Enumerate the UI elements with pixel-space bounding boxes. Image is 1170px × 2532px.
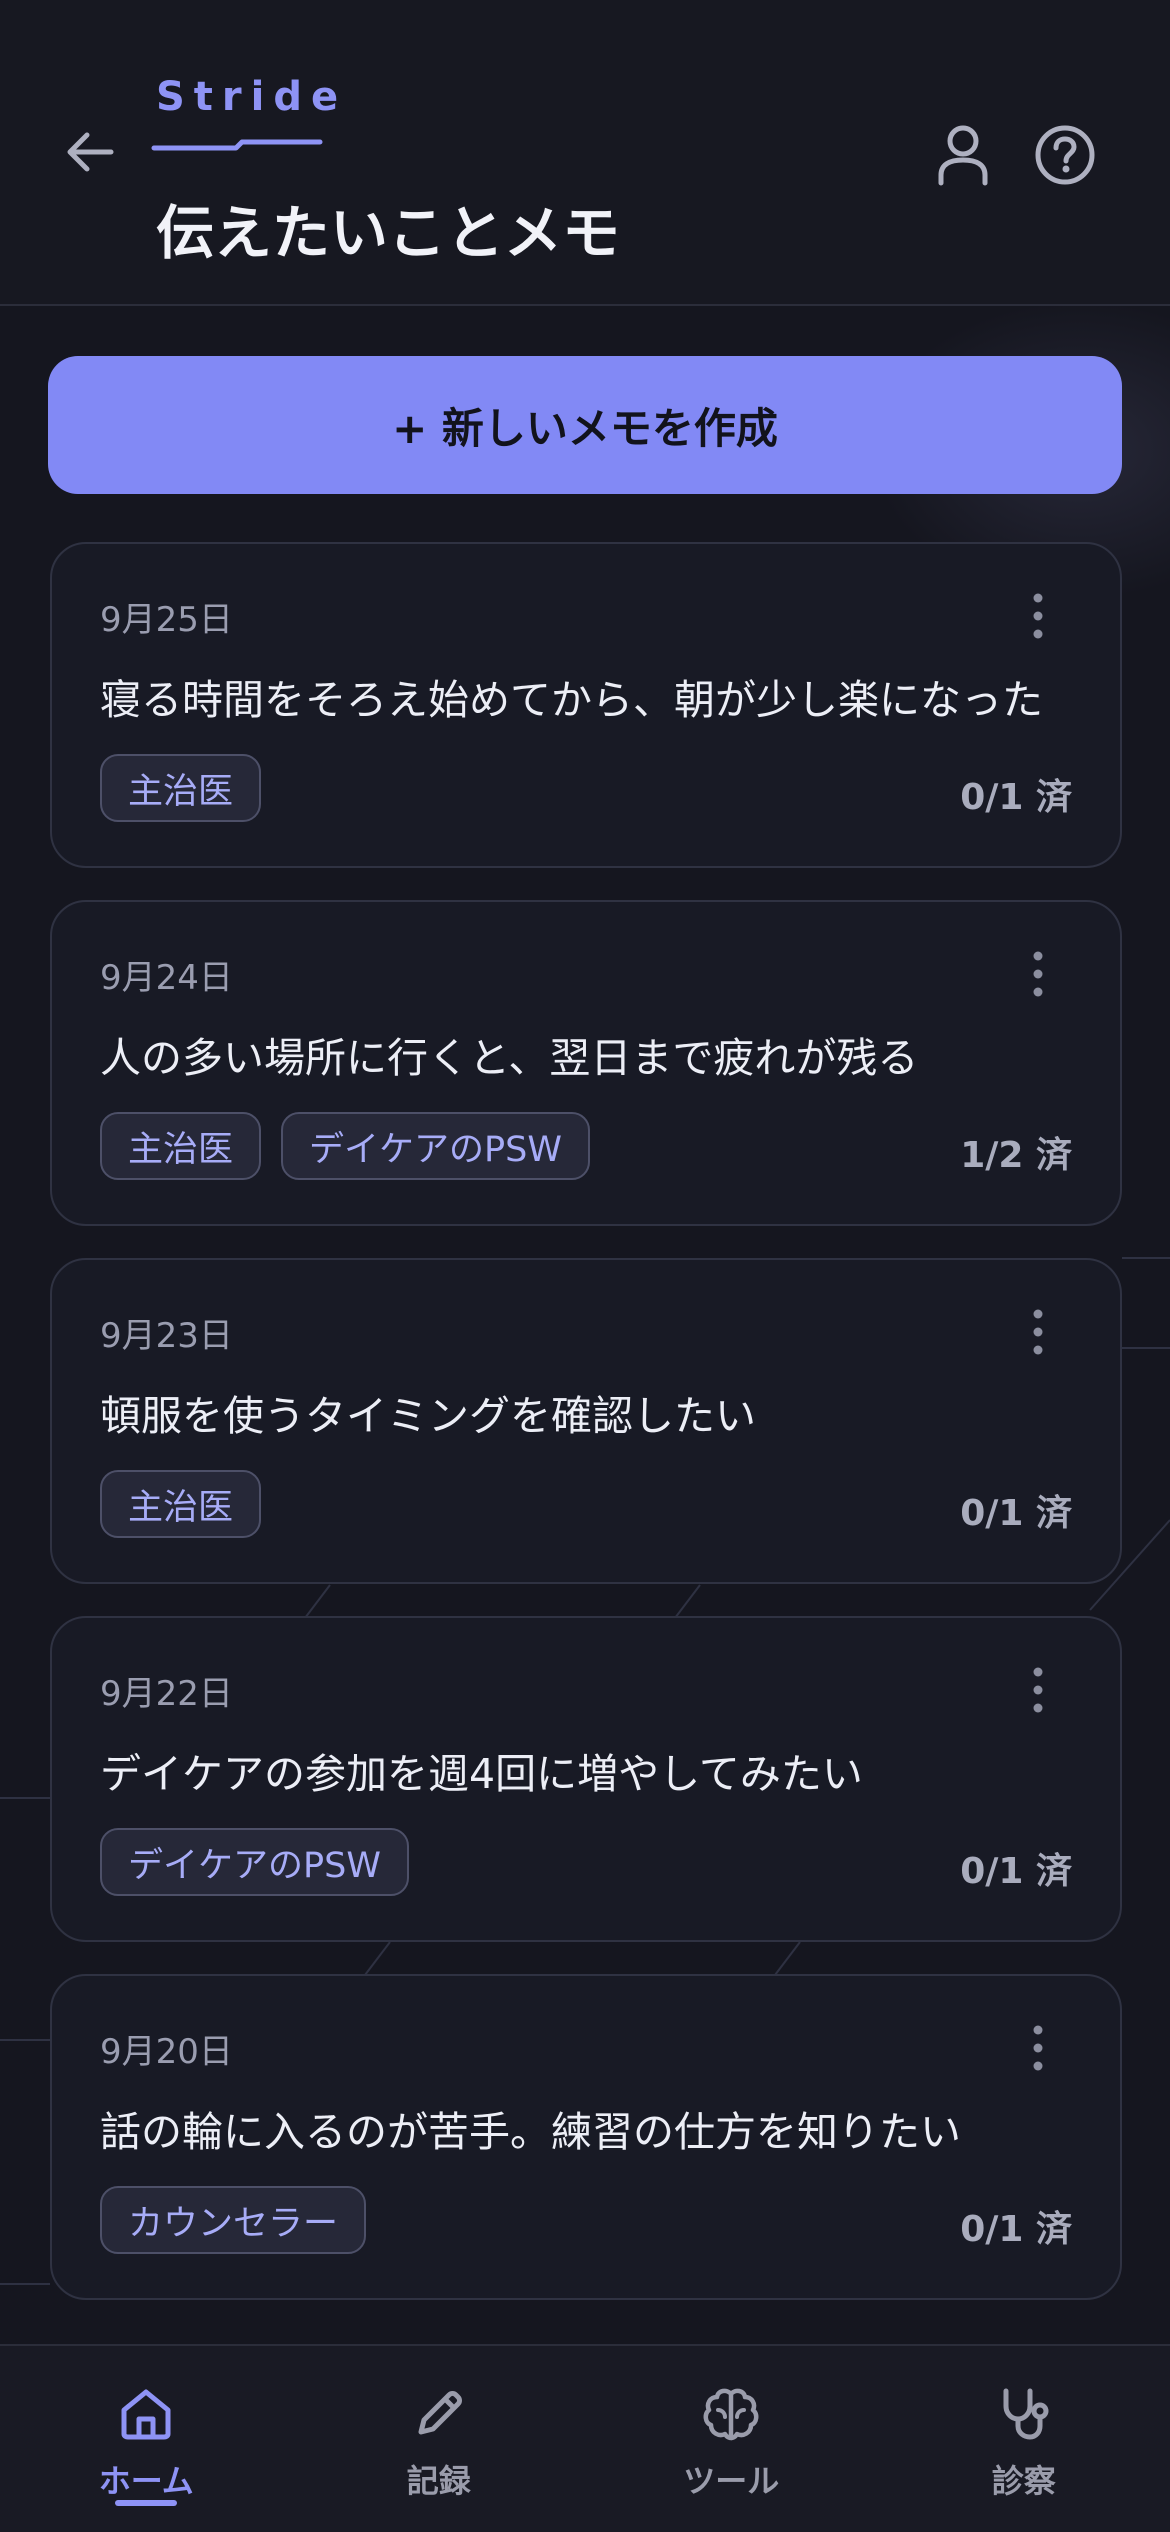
memo-status: 0/1 済 (960, 1851, 1072, 1892)
memo-date: 9月20日 (100, 2032, 233, 2072)
create-memo-button[interactable]: + 新しいメモを作成 (48, 356, 1122, 494)
home-icon (114, 2382, 178, 2446)
nav-home-label: ホーム (98, 2462, 194, 2500)
more-vertical-icon (1033, 2025, 1043, 2071)
nav-clinic-label: 診察 (991, 2462, 1056, 2500)
memo-text: 人の多い場所に行くと、翌日まで疲れが残る (100, 1034, 919, 1082)
recipient-tag[interactable]: カウンセラー (100, 2186, 367, 2254)
memo-status: 0/1 済 (960, 777, 1072, 818)
memo-card[interactable]: 9月25日 寝る時間をそろえ始めてから、朝が少し楽になった 主治医 0/1 済 (50, 542, 1122, 868)
recipient-tag[interactable]: デイケアのPSW (281, 1112, 590, 1180)
nav-record[interactable]: 記録 (293, 2346, 586, 2532)
memo-menu-button[interactable] (1018, 2018, 1058, 2078)
memo-menu-button[interactable] (1018, 944, 1058, 1004)
recipient-tag[interactable]: 主治医 (100, 754, 262, 822)
back-button[interactable] (58, 120, 122, 184)
memo-menu-button[interactable] (1018, 586, 1058, 646)
more-vertical-icon (1033, 1667, 1043, 1713)
memo-menu-button[interactable] (1018, 1302, 1058, 1362)
brand-logo: Stride (156, 74, 348, 120)
memo-date: 9月22日 (100, 1674, 233, 1714)
nav-clinic[interactable]: 診察 (878, 2346, 1170, 2532)
recipient-tag[interactable]: 主治医 (100, 1470, 262, 1538)
brand-underline (151, 139, 323, 151)
recipient-tag[interactable]: デイケアのPSW (100, 1828, 409, 1896)
screen: Stride 伝えたいことメモ + 新しいメモを作成 9月25日 寝る時間をそろ… (0, 0, 1170, 2532)
memo-status: 0/1 済 (960, 1493, 1072, 1534)
memo-card[interactable]: 9月22日 デイケアの参加を週4回に増やしてみたい デイケアのPSW 0/1 済 (50, 1616, 1122, 1942)
memo-card[interactable]: 9月20日 話の輪に入るのが苦手。練習の仕方を知りたい カウンセラー 0/1 済 (50, 1974, 1122, 2300)
nav-tools-label: ツール (683, 2462, 780, 2500)
memo-tags: 主治医 (100, 1470, 262, 1538)
memo-tags: 主治医 (100, 754, 262, 822)
pencil-icon (407, 2382, 471, 2446)
profile-button[interactable] (928, 120, 998, 190)
nav-home[interactable]: ホーム (0, 2346, 293, 2532)
user-icon (938, 125, 988, 186)
memo-tags: 主治医 デイケアのPSW (100, 1112, 590, 1180)
more-vertical-icon (1033, 1309, 1043, 1355)
recipient-tag[interactable]: 主治医 (100, 1112, 262, 1180)
arrow-left-icon (67, 132, 114, 172)
more-vertical-icon (1033, 951, 1043, 997)
memo-text: デイケアの参加を週4回に増やしてみたい (100, 1750, 863, 1798)
memo-tags: デイケアのPSW (100, 1828, 409, 1896)
memo-status: 0/1 済 (960, 2209, 1072, 2250)
memo-date: 9月25日 (100, 600, 233, 640)
memo-status: 1/2 済 (960, 1135, 1072, 1176)
active-indicator (115, 2500, 178, 2506)
memo-card[interactable]: 9月24日 人の多い場所に行くと、翌日まで疲れが残る 主治医 デイケアのPSW … (50, 900, 1122, 1226)
help-button[interactable] (1030, 120, 1100, 190)
header: Stride 伝えたいことメモ (0, 0, 1170, 306)
stethoscope-icon (992, 2382, 1056, 2446)
page-title: 伝えたいことメモ (156, 199, 621, 267)
brain-icon (699, 2382, 763, 2446)
question-circle-icon (1035, 125, 1095, 185)
memo-text: 頓服を使うタイミングを確認したい (100, 1392, 756, 1440)
memo-text: 寝る時間をそろえ始めてから、朝が少し楽になった (100, 676, 1043, 724)
memo-tags: カウンセラー (100, 2186, 367, 2254)
more-vertical-icon (1033, 593, 1043, 639)
bottom-nav: ホーム 記録 ツール 診察 (0, 2344, 1170, 2532)
memo-date: 9月24日 (100, 958, 233, 998)
memo-menu-button[interactable] (1018, 1660, 1058, 1720)
memo-card[interactable]: 9月23日 頓服を使うタイミングを確認したい 主治医 0/1 済 (50, 1258, 1122, 1584)
nav-record-label: 記録 (406, 2462, 471, 2500)
nav-tools[interactable]: ツール (585, 2346, 878, 2532)
memo-text: 話の輪に入るのが苦手。練習の仕方を知りたい (100, 2108, 961, 2156)
memo-date: 9月23日 (100, 1316, 233, 1356)
